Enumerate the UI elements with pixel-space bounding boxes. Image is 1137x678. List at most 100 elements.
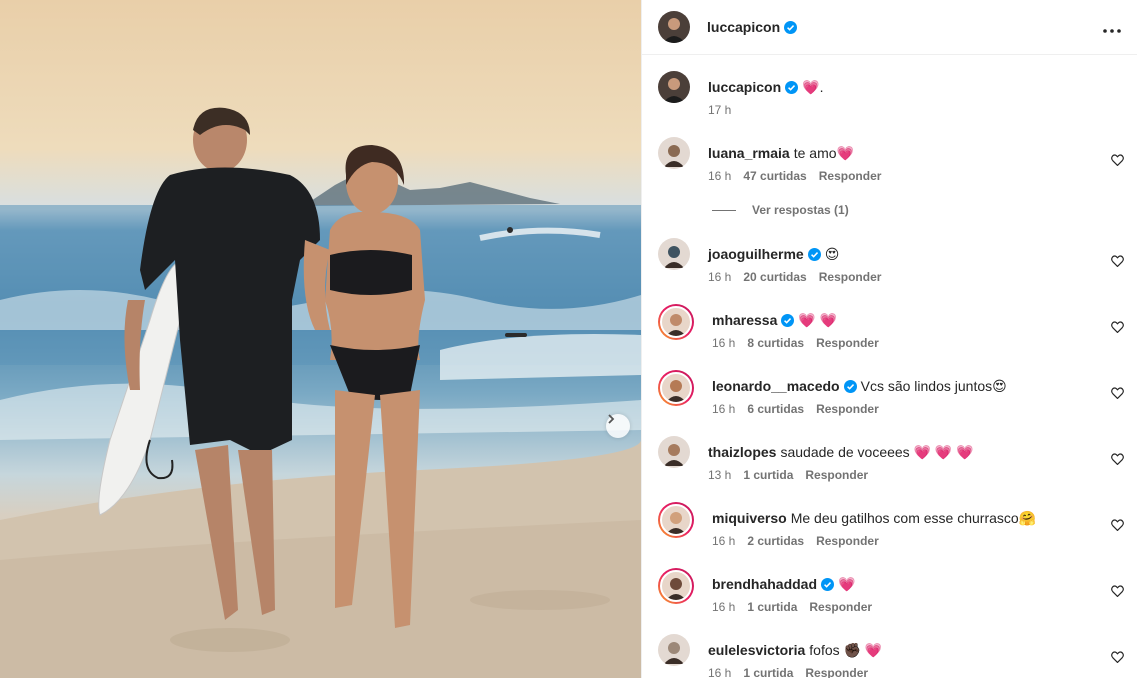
comment-likes-count[interactable]: 8 curtidas: [747, 336, 804, 350]
more-options-icon: [1103, 28, 1121, 33]
heart-outline-icon: [1111, 321, 1124, 334]
profile-photo-icon: [666, 314, 686, 336]
comment-likes-count[interactable]: 1 curtida: [743, 666, 793, 678]
comment-text: saudade de voceees 💗 💗 💗: [780, 444, 974, 460]
chevron-right-icon: [608, 414, 615, 424]
commenter-avatar[interactable]: [658, 634, 690, 666]
commenter-avatar[interactable]: [658, 370, 694, 406]
comment-time: 16 h: [712, 600, 736, 614]
heart-outline-icon: [1111, 154, 1124, 167]
reply-button[interactable]: Responder: [816, 336, 879, 350]
commenter-username[interactable]: brendhahaddad: [712, 576, 817, 592]
verified-badge-icon: [821, 578, 835, 591]
like-comment-button[interactable]: [1111, 254, 1124, 272]
comment-time: 16 h: [708, 666, 732, 678]
commenter-username[interactable]: luana_rmaia: [708, 145, 790, 161]
reply-button[interactable]: Responder: [816, 402, 879, 416]
profile-photo-icon: [664, 444, 684, 466]
more-options-button[interactable]: [1103, 22, 1121, 33]
commenter-avatar[interactable]: [658, 238, 690, 270]
commenter-username[interactable]: leonardo__macedo: [712, 378, 840, 394]
profile-photo-icon: [666, 380, 686, 402]
comment-item: luana_rmaia te amo💗 16 h 47 curtidas Resp…: [658, 137, 1124, 183]
commenter-username[interactable]: eulelesvictoria: [708, 642, 805, 658]
caption-text: 💗.: [802, 79, 824, 95]
post-caption: luccapicon 💗. 17 h: [658, 71, 1121, 117]
comment-time: 13 h: [708, 468, 732, 482]
like-comment-button[interactable]: [1111, 320, 1124, 338]
author-avatar[interactable]: [658, 11, 690, 43]
comment-item: eulelesvictoria fofos ✊🏿 💗 16 h 1 curtida…: [658, 634, 1124, 678]
like-comment-button[interactable]: [1111, 584, 1124, 602]
comment-likes-count[interactable]: 1 curtida: [747, 600, 797, 614]
comment-text: 😍: [824, 246, 840, 262]
comment-likes-count[interactable]: 2 curtidas: [747, 534, 804, 548]
commenter-avatar[interactable]: [658, 137, 690, 169]
profile-photo-icon: [664, 145, 684, 167]
author-username[interactable]: luccapicon: [707, 19, 780, 35]
commenter-username[interactable]: miquiverso: [712, 510, 787, 526]
caption-username[interactable]: luccapicon: [708, 79, 781, 95]
commenter-avatar[interactable]: [658, 436, 690, 468]
heart-outline-icon: [1111, 387, 1124, 400]
reply-button[interactable]: Responder: [805, 468, 868, 482]
comment-time: 16 h: [712, 402, 736, 416]
like-comment-button[interactable]: [1111, 650, 1124, 668]
comment-item: joaoguilherme 😍 16 h 20 curtidas Responde…: [658, 238, 1124, 284]
commenter-avatar[interactable]: [658, 304, 694, 340]
comments-list: luccapicon 💗. 17 h luana_rmaia te amo💗 16 …: [642, 55, 1137, 678]
verified-badge-icon: [843, 380, 857, 393]
commenter-avatar[interactable]: [658, 502, 694, 538]
comment-time: 16 h: [708, 169, 732, 183]
comment-likes-count[interactable]: 6 curtidas: [747, 402, 804, 416]
comment-likes-count[interactable]: 20 curtidas: [743, 270, 806, 284]
caption-time: 17 h: [708, 103, 732, 117]
like-comment-button[interactable]: [1111, 153, 1124, 171]
comment-item: thaizlopes saudade de voceees 💗 💗 💗 13 h …: [658, 436, 1124, 482]
commenter-username[interactable]: joaoguilherme: [708, 246, 804, 262]
reply-button[interactable]: Responder: [819, 169, 882, 183]
like-comment-button[interactable]: [1111, 518, 1124, 536]
view-replies-label: Ver respostas (1): [752, 203, 849, 217]
comment-item: miquiverso Me deu gatilhos com esse churr…: [658, 502, 1124, 548]
comment-time: 16 h: [708, 270, 732, 284]
post-header: luccapicon: [642, 0, 1137, 55]
comment-item: leonardo__macedo Vcs são lindos juntos😍 1…: [658, 370, 1124, 416]
profile-photo-icon: [664, 246, 684, 268]
reply-button[interactable]: Responder: [809, 600, 872, 614]
commenter-username[interactable]: thaizlopes: [708, 444, 776, 460]
verified-badge-icon: [785, 81, 799, 94]
post-details-panel: luccapicon luccapicon 💗. 17 h luana_rmaia…: [641, 0, 1137, 678]
heart-outline-icon: [1111, 585, 1124, 598]
comment-time: 16 h: [712, 534, 736, 548]
comment-text: Me deu gatilhos com esse churrasco🤗: [790, 510, 1037, 526]
reply-button[interactable]: Responder: [819, 270, 882, 284]
comment-text: 💗 💗: [798, 312, 838, 328]
comment-item: mharessa 💗 💗 16 h 8 curtidas Responder: [658, 304, 1124, 350]
caption-author-avatar[interactable]: [658, 71, 690, 103]
comment-time: 16 h: [712, 336, 736, 350]
view-replies-button[interactable]: Ver respostas (1): [712, 203, 1121, 217]
verified-badge-icon: [807, 248, 821, 261]
heart-outline-icon: [1111, 255, 1124, 268]
comment-text: te amo💗: [793, 145, 854, 161]
verified-badge-icon: [784, 20, 798, 34]
commenter-avatar[interactable]: [658, 568, 694, 604]
like-comment-button[interactable]: [1111, 386, 1124, 404]
comment-text: fofos ✊🏿 💗: [809, 642, 883, 658]
profile-photo-icon: [666, 512, 686, 534]
heart-outline-icon: [1111, 519, 1124, 532]
post-photo: [0, 0, 641, 678]
profile-photo-icon: [664, 642, 684, 664]
reply-button[interactable]: Responder: [816, 534, 879, 548]
heart-outline-icon: [1111, 453, 1124, 466]
comment-text: 💗: [838, 576, 856, 592]
like-comment-button[interactable]: [1111, 452, 1124, 470]
comment-item: brendhahaddad 💗 16 h 1 curtida Responder: [658, 568, 1124, 614]
commenter-username[interactable]: mharessa: [712, 312, 777, 328]
comment-likes-count[interactable]: 47 curtidas: [743, 169, 806, 183]
next-photo-button[interactable]: [606, 414, 630, 438]
reply-button[interactable]: Responder: [805, 666, 868, 678]
reply-divider-line: [712, 209, 736, 211]
comment-likes-count[interactable]: 1 curtida: [743, 468, 793, 482]
